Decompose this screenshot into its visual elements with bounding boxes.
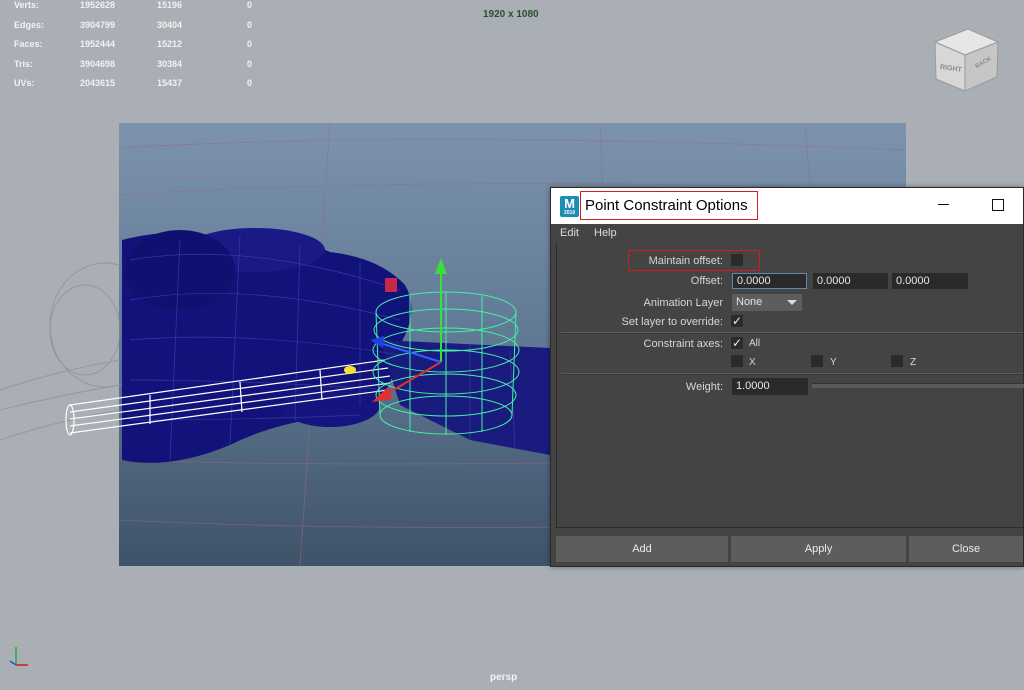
animation-layer-value: None: [736, 296, 763, 308]
animation-layer-label: Animation Layer: [643, 297, 724, 309]
offset-y-field[interactable]: 0.0000: [813, 273, 888, 289]
minimize-icon[interactable]: [936, 194, 952, 216]
separator: [561, 373, 1023, 375]
locator-marker: [385, 278, 397, 292]
wireframe-mesh: [122, 228, 550, 463]
app-icon-version: 2019: [563, 210, 576, 216]
camera-name-label: persp: [490, 672, 518, 683]
apply-button[interactable]: Apply: [731, 536, 906, 562]
maximize-icon[interactable]: [992, 199, 1004, 211]
axis-z-checkbox[interactable]: [891, 355, 903, 367]
axis-y-checkbox[interactable]: [811, 355, 823, 367]
animation-layer-dropdown[interactable]: None: [732, 294, 802, 311]
dialog-menubar: Edit Help: [551, 224, 1023, 244]
axis-y-label: Y: [830, 357, 837, 368]
close-button[interactable]: Close: [909, 536, 1023, 562]
set-layer-override-checkbox[interactable]: ✓: [731, 315, 743, 327]
weight-label: Weight:: [685, 381, 723, 393]
offset-label: Offset:: [690, 275, 723, 287]
offset-z-field[interactable]: 0.0000: [892, 273, 968, 289]
app-icon-letter: M: [564, 196, 575, 211]
menu-edit[interactable]: Edit: [560, 227, 579, 239]
add-button[interactable]: Add: [556, 536, 728, 562]
maintain-offset-label: Maintain offset:: [648, 255, 723, 267]
maya-app-icon: M 2019: [560, 196, 579, 217]
dialog-title: Point Constraint Options: [580, 191, 758, 220]
axis-all-label: All: [749, 338, 761, 349]
dialog-titlebar[interactable]: M 2019 Point Constraint Options: [551, 188, 1023, 224]
axis-gizmo-icon: [9, 647, 28, 666]
weight-field[interactable]: 1.0000: [732, 378, 808, 395]
set-layer-override-label: Set layer to override:: [621, 316, 724, 328]
constraint-axes-label: Constraint axes:: [643, 338, 723, 350]
axis-all-checkbox[interactable]: ✓: [731, 337, 743, 349]
menu-help[interactable]: Help: [594, 227, 617, 239]
axis-x-label: X: [749, 357, 756, 368]
axis-z-label: Z: [910, 357, 917, 368]
weight-slider[interactable]: [812, 383, 1024, 388]
viewcube-icon[interactable]: RIGHT BACK: [930, 24, 1000, 94]
offset-x-field[interactable]: 0.0000: [732, 273, 807, 289]
maintain-offset-checkbox[interactable]: [731, 254, 743, 266]
separator: [561, 332, 1023, 334]
dropdown-caret-icon: [787, 300, 797, 305]
point-constraint-options-dialog: M 2019 Point Constraint Options Edit Hel…: [550, 187, 1024, 567]
axis-x-checkbox[interactable]: [731, 355, 743, 367]
options-panel: Maintain offset: Offset: 0.0000 0.0000 0…: [556, 244, 1024, 528]
